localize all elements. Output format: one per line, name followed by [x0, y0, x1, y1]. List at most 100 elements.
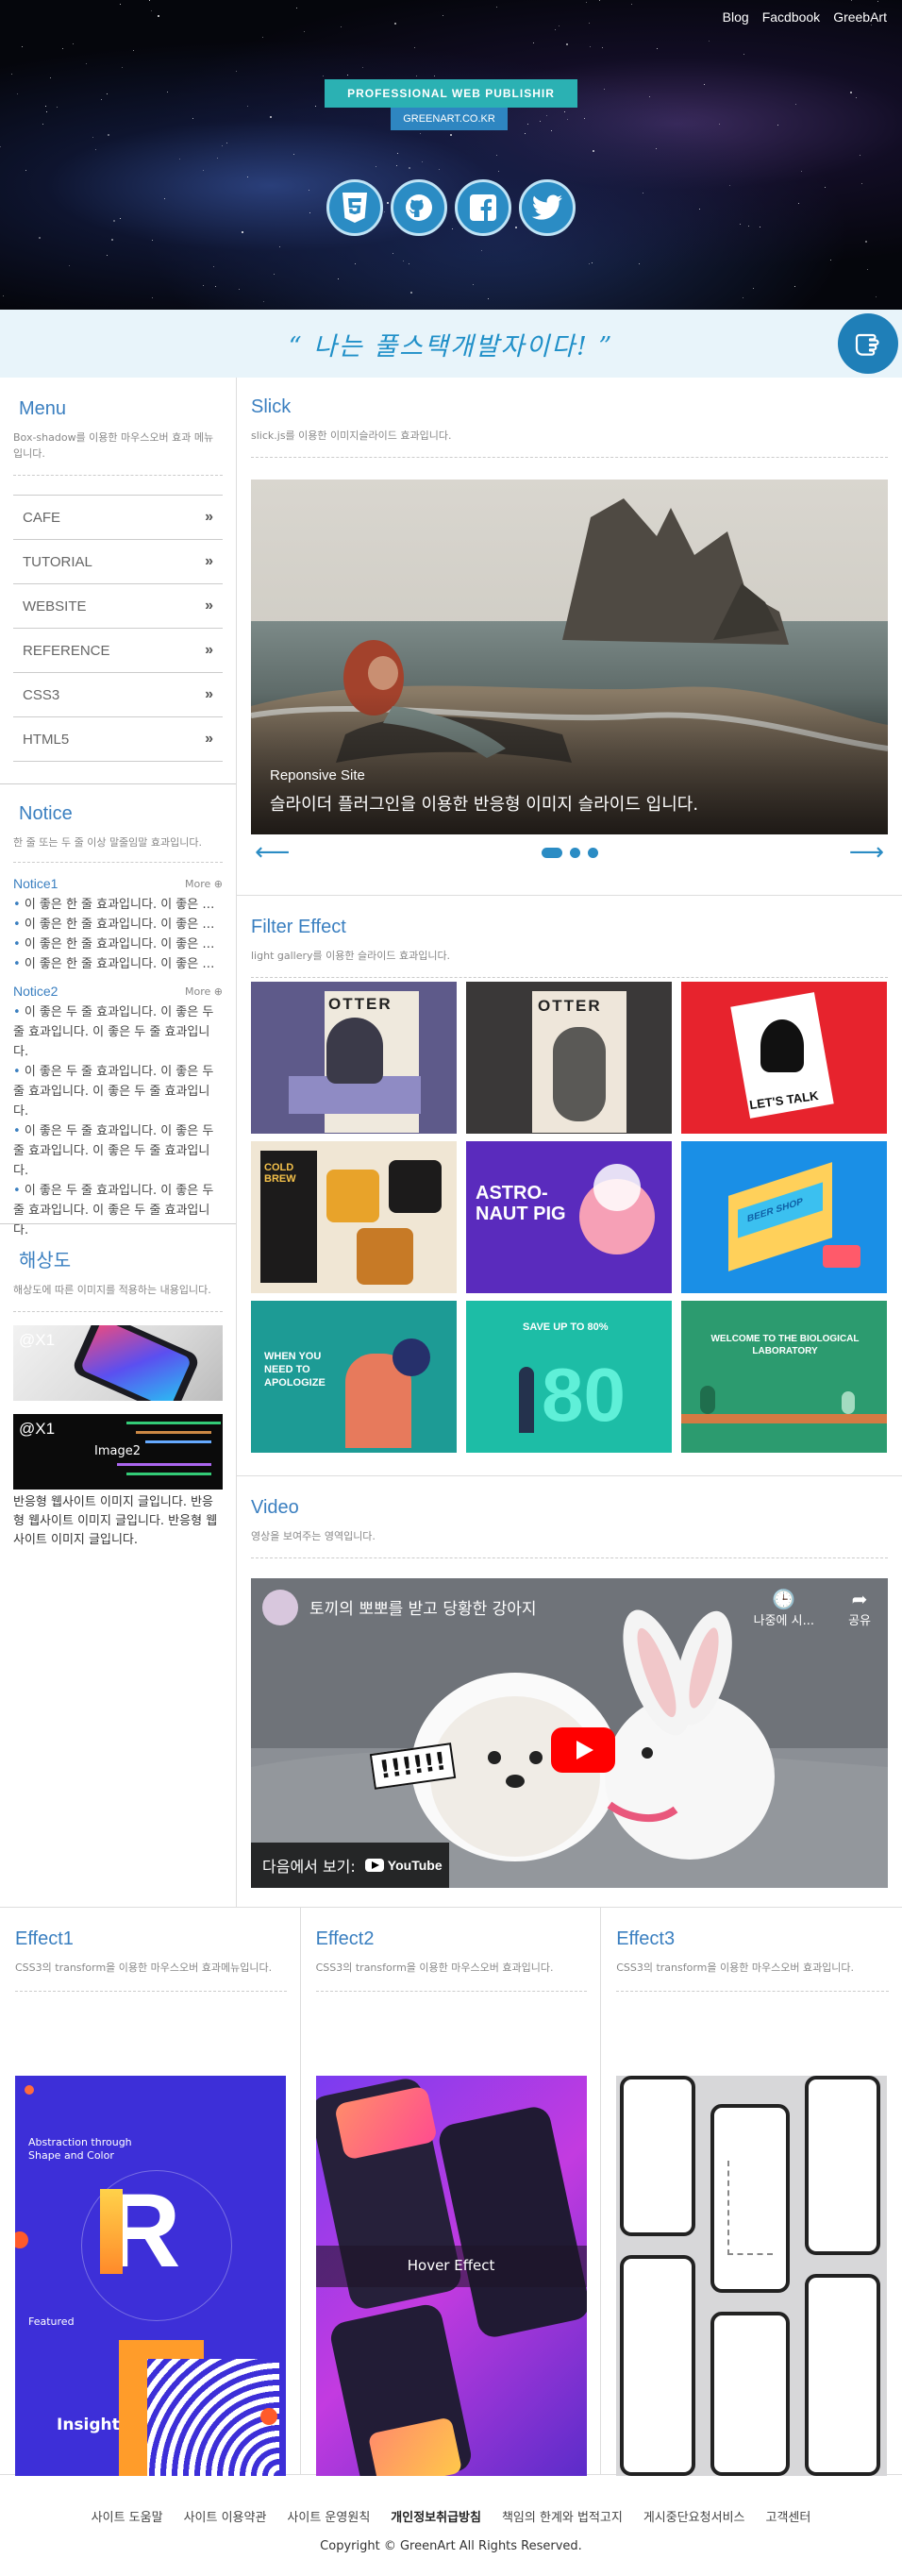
star [546, 115, 547, 116]
filter-title: Filter Effect [251, 917, 346, 937]
gallery-item[interactable]: COLD BREW [251, 1141, 457, 1293]
footer-link-privacy[interactable]: 개인정보취급방침 [391, 2507, 481, 2525]
star [777, 125, 778, 126]
notice1-header: Notice1 More ⊕ [13, 876, 223, 891]
effect2-desc: CSS3의 transform을 이용한 마우스오버 효과입니다. [315, 1960, 588, 1992]
notice1-more-link[interactable]: More ⊕ [185, 878, 223, 890]
notice1-title[interactable]: Notice1 [13, 876, 58, 891]
channel-avatar[interactable] [262, 1590, 298, 1625]
nav-facebook-link[interactable]: Facdbook [762, 9, 820, 25]
list-item[interactable]: 이 좋은 두 줄 효과입니다. 이 좋은 두 줄 효과입니다. 이 좋은 두 줄… [13, 1002, 223, 1062]
menu-item-website[interactable]: WEBSITE » [13, 584, 223, 629]
star [203, 170, 204, 171]
big-number: 80 [542, 1353, 626, 1437]
slider-dot[interactable] [541, 847, 562, 858]
star [699, 209, 700, 210]
footer-link-legal[interactable]: 책임의 한계와 법적고지 [502, 2507, 623, 2525]
star [590, 46, 591, 47]
star [3, 295, 4, 296]
list-item[interactable]: 이 좋은 한 줄 효과입니다. 이 좋은 한 줄 효과입니다. [13, 895, 223, 915]
image-slider[interactable]: Reponsive Site 슬라이더 플러그인을 이용한 반응형 이미지 슬라… [251, 480, 888, 834]
nav-blog-link[interactable]: Blog [723, 9, 749, 25]
star [120, 218, 121, 219]
star [164, 198, 165, 199]
star [262, 37, 263, 38]
slider-nav: ⟵ ⟶ [251, 834, 888, 870]
slogan-bar: “ 나는 풀스택개발자이다! ” [0, 310, 902, 378]
gallery-item[interactable]: OTTER [251, 982, 457, 1134]
footer-link-support[interactable]: 고객센터 [765, 2507, 810, 2525]
facebook-icon[interactable] [455, 179, 511, 236]
menu-item-css3[interactable]: CSS3 » [13, 673, 223, 717]
video-desc: 영상을 보여주는 영역입니다. [251, 1528, 888, 1558]
star [488, 298, 489, 299]
star [649, 96, 650, 97]
tile-title: OTTER [328, 995, 393, 1013]
resolution-image-code: @X1 Image2 [13, 1414, 223, 1490]
video-player[interactable]: 토끼의 뽀뽀를 받고 당황한 강아지 🕒 나중에 시... ➦ 공유 !!!!!… [251, 1578, 888, 1888]
notice2-title[interactable]: Notice2 [13, 984, 58, 999]
tile-title: OTTER [538, 997, 602, 1015]
menu-item-label: CAFE [23, 509, 61, 526]
copyright: Copyright © GreenArt All Rights Reserved… [320, 2539, 582, 2553]
gallery-item[interactable]: SAVE UP TO 80% 80 [466, 1301, 672, 1453]
video-section-title: Video [251, 1497, 299, 1518]
slider-dot[interactable] [587, 847, 598, 858]
menu-item-tutorial[interactable]: TUTORIAL » [13, 540, 223, 584]
gallery-item[interactable]: WELCOME TO THE BIOLOGICAL LABORATORY [681, 1301, 887, 1453]
pointing-hand-icon[interactable] [838, 313, 898, 374]
footer-link-takedown[interactable]: 게시중단요청서비스 [643, 2507, 745, 2525]
menu-item-reference[interactable]: REFERENCE » [13, 629, 223, 673]
notice2-more-link[interactable]: More ⊕ [185, 985, 223, 998]
nav-greenart-link[interactable]: GreebArt [833, 9, 887, 25]
menu-item-cafe[interactable]: CAFE » [13, 496, 223, 540]
effect3-image[interactable] [616, 2076, 888, 2476]
star [107, 255, 108, 256]
star [362, 67, 363, 68]
watch-on-youtube-bar[interactable]: 다음에서 보기: YouTube [251, 1843, 449, 1888]
more-label: More [185, 985, 211, 998]
gallery-item[interactable]: WHEN YOU NEED TO APOLOGIZE [251, 1301, 457, 1453]
share-button[interactable]: ➦ 공유 [848, 1588, 871, 1628]
star [215, 286, 216, 287]
star [222, 145, 223, 146]
star [604, 89, 605, 90]
gallery-item[interactable]: LET'S TALK [681, 982, 887, 1134]
resolution-title: 해상도 [19, 1251, 72, 1271]
notice2-list: 이 좋은 두 줄 효과입니다. 이 좋은 두 줄 효과입니다. 이 좋은 두 줄… [13, 1002, 223, 1240]
star [740, 224, 741, 225]
twitter-icon[interactable] [519, 179, 576, 236]
list-item[interactable]: 이 좋은 한 줄 효과입니다. 이 좋은 한 줄 효과입니다. [13, 954, 223, 974]
menu-item-html5[interactable]: HTML5 » [13, 717, 223, 762]
footer-links: 사이트 도움말 사이트 이용약관 사이트 운영원칙 개인정보취급방침 책임의 한… [0, 2507, 902, 2525]
list-item[interactable]: 이 좋은 두 줄 효과입니다. 이 좋은 두 줄 효과입니다. 이 좋은 두 줄… [13, 1121, 223, 1181]
effect2-image[interactable]: Hover Effect [315, 2076, 587, 2476]
footer-link-help[interactable]: 사이트 도움말 [92, 2507, 163, 2525]
star [120, 4, 121, 5]
star [481, 250, 482, 251]
watch-later-button[interactable]: 🕒 나중에 시... [754, 1588, 814, 1628]
footer-link-policy[interactable]: 사이트 운영원칙 [287, 2507, 370, 2525]
clock-icon: 🕒 [772, 1588, 796, 1610]
effect1-image[interactable]: Abstraction through Shape and Color R Fe… [15, 2076, 286, 2476]
arrow-right-icon[interactable]: ⟶ [849, 840, 884, 865]
star [566, 43, 568, 45]
star [179, 159, 180, 160]
star [39, 237, 41, 239]
github-icon[interactable] [391, 179, 447, 236]
star [584, 118, 585, 119]
arrow-left-icon[interactable]: ⟵ [255, 840, 290, 865]
star [559, 25, 560, 26]
gallery-item[interactable]: ASTRO-NAUT PIG [466, 1141, 672, 1293]
list-item[interactable]: 이 좋은 한 줄 효과입니다. 이 좋은 한 줄 효과입니다. [13, 934, 223, 954]
gallery-item[interactable]: OTTER [466, 982, 672, 1134]
html5-icon[interactable] [326, 179, 383, 236]
footer-link-terms[interactable]: 사이트 이용약관 [184, 2507, 267, 2525]
gallery-item[interactable]: BEER SHOP [681, 1141, 887, 1293]
slider-dot[interactable] [569, 847, 580, 858]
star [217, 158, 218, 159]
list-item[interactable]: 이 좋은 한 줄 효과입니다. 이 좋은 한 줄 효과입니다. [13, 915, 223, 934]
play-button[interactable] [551, 1727, 615, 1773]
list-item[interactable]: 이 좋은 두 줄 효과입니다. 이 좋은 두 줄 효과입니다. 이 좋은 두 줄… [13, 1062, 223, 1121]
video-title[interactable]: 토끼의 뽀뽀를 받고 당황한 강아지 [309, 1595, 537, 1619]
